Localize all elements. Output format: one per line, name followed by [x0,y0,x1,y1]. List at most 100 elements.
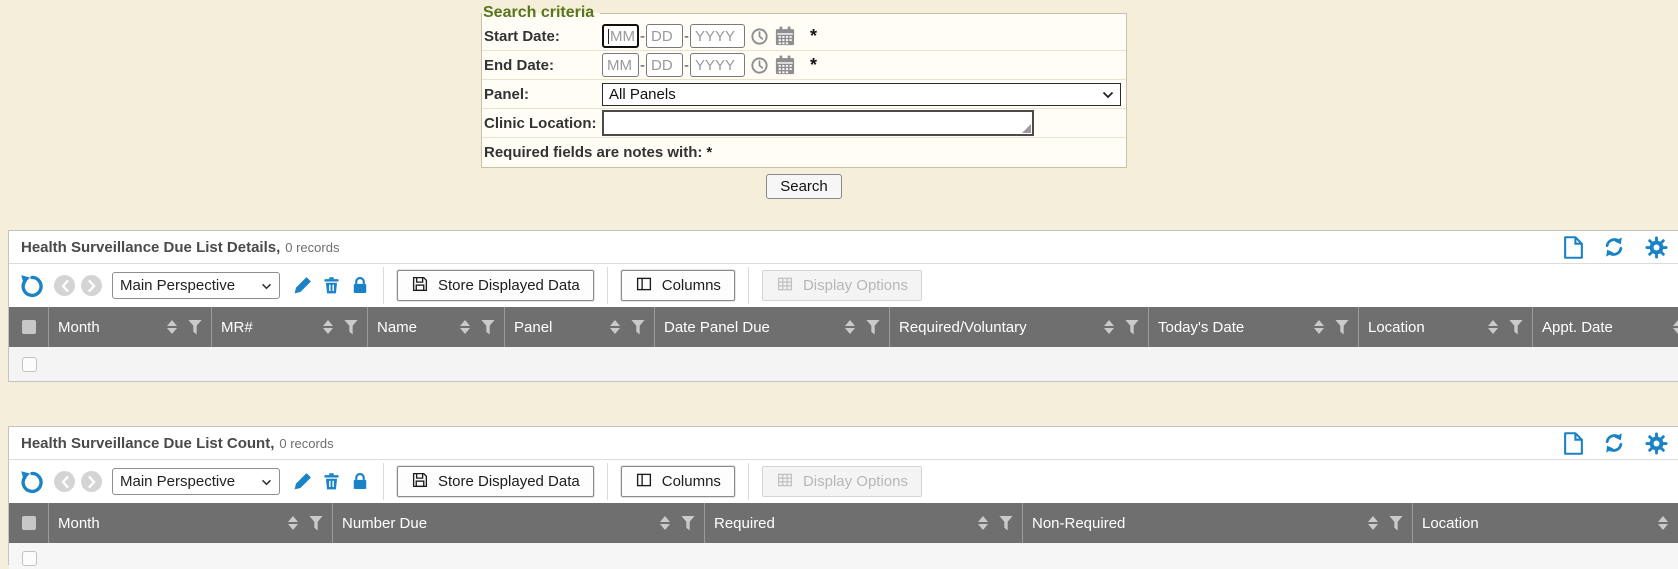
column-header-appt-date[interactable]: Appt. Date [1533,307,1678,347]
filter-icon[interactable] [188,320,202,335]
lock-icon[interactable] [350,471,370,492]
grid-icon [776,471,794,493]
filter-icon[interactable] [1125,320,1139,335]
start-date-month-input[interactable]: MM [602,24,639,48]
column-label: Name [377,319,417,336]
pencil-icon[interactable] [292,275,313,296]
column-header-date-panel-due[interactable]: Date Panel Due [655,307,890,347]
end-date-month-input[interactable]: MM [602,53,639,77]
sort-icon[interactable] [460,320,470,334]
filter-icon[interactable] [1389,516,1403,531]
document-icon[interactable] [1564,432,1583,455]
sort-icon[interactable] [288,516,298,530]
column-header-non-required[interactable]: Non-Required [1023,503,1413,543]
sort-icon[interactable] [1368,516,1378,530]
columns-button[interactable]: Columns [621,270,735,301]
toolbar-divider [383,463,384,500]
store-displayed-data-button[interactable]: Store Displayed Data [397,270,594,301]
search-criteria-form: Search criteria Start Date: MM - DD - YY… [481,4,1127,199]
resize-grip[interactable] [1022,124,1031,133]
store-displayed-data-button[interactable]: Store Displayed Data [397,466,594,497]
chevron-left-icon[interactable] [54,275,75,296]
perspective-select[interactable]: Main Perspective [112,272,280,299]
sort-icon[interactable] [660,516,670,530]
column-header-location[interactable]: Location [1413,503,1678,543]
column-label: Month [58,515,100,532]
undo-icon[interactable] [19,469,44,494]
grid-icon [776,275,794,297]
column-header-name[interactable]: Name [368,307,505,347]
undo-icon[interactable] [19,273,44,298]
column-header-panel[interactable]: Panel [505,307,655,347]
date-separator: - [640,28,645,45]
filter-icon[interactable] [481,320,495,335]
refresh-icon[interactable] [1602,236,1626,258]
calendar-icon[interactable] [774,55,796,75]
column-header-required-voluntary[interactable]: Required/Voluntary [890,307,1149,347]
sort-icon[interactable] [323,320,333,334]
start-date-day-input[interactable]: DD [646,24,683,48]
sort-icon[interactable] [610,320,620,334]
record-count: 0 records [285,240,339,255]
section-title: Health Surveillance Due List Count, [21,435,274,452]
filter-icon[interactable] [309,516,323,531]
filter-icon[interactable] [999,516,1013,531]
sort-icon[interactable] [1488,320,1498,334]
end-date-day-input[interactable]: DD [646,53,683,77]
column-header-month[interactable]: Month [49,503,333,543]
gear-icon[interactable] [1645,432,1668,455]
filter-icon[interactable] [631,320,645,335]
search-button[interactable]: Search [766,174,842,199]
sort-icon[interactable] [1314,320,1324,334]
start-date-year-input[interactable]: YYYY [690,24,745,48]
end-date-year-input[interactable]: YYYY [690,53,745,77]
document-icon[interactable] [1564,236,1583,259]
start-date-row: Start Date: MM - DD - YYYY * [482,22,1126,51]
filter-icon[interactable] [1335,320,1349,335]
trash-icon[interactable] [322,275,341,296]
chevron-right-icon[interactable] [81,275,102,296]
row-checkbox[interactable] [22,357,37,372]
column-label: Location [1368,319,1425,336]
column-label: Number Due [342,515,427,532]
filter-icon[interactable] [866,320,880,335]
calendar-icon[interactable] [774,26,796,46]
sort-icon[interactable] [1658,516,1668,530]
select-all-checkbox[interactable] [22,516,36,530]
column-header-location[interactable]: Location [1359,307,1533,347]
lock-icon[interactable] [350,275,370,296]
chevron-right-icon[interactable] [81,471,102,492]
column-header-today-s-date[interactable]: Today's Date [1149,307,1359,347]
panel-label: Panel: [484,86,602,103]
chevron-down-icon [261,473,272,490]
clock-icon[interactable] [750,56,769,75]
gear-icon[interactable] [1645,236,1668,259]
column-label: Panel [514,319,552,336]
column-header-month[interactable]: Month [49,307,212,347]
sort-icon[interactable] [1673,320,1678,334]
select-all-checkbox[interactable] [22,320,36,334]
column-header-number-due[interactable]: Number Due [333,503,705,543]
refresh-icon[interactable] [1602,432,1626,454]
filter-icon[interactable] [344,320,358,335]
perspective-select[interactable]: Main Perspective [112,468,280,495]
clinic-location-input[interactable] [602,110,1034,136]
chevron-left-icon[interactable] [54,471,75,492]
column-header-required[interactable]: Required [705,503,1023,543]
filter-icon[interactable] [1509,320,1523,335]
sort-icon[interactable] [1104,320,1114,334]
clock-icon[interactable] [750,27,769,46]
row-checkbox[interactable] [22,551,37,566]
pencil-icon[interactable] [292,471,313,492]
trash-icon[interactable] [322,471,341,492]
column-header-mr-[interactable]: MR# [212,307,368,347]
toolbar-divider [383,267,384,304]
filter-icon[interactable] [681,516,695,531]
panel-select[interactable]: All Panels [602,83,1121,106]
chevron-down-icon [1102,86,1114,103]
columns-button[interactable]: Columns [621,466,735,497]
sort-icon[interactable] [845,320,855,334]
column-label: Required/Voluntary [899,319,1027,336]
sort-icon[interactable] [978,516,988,530]
sort-icon[interactable] [167,320,177,334]
